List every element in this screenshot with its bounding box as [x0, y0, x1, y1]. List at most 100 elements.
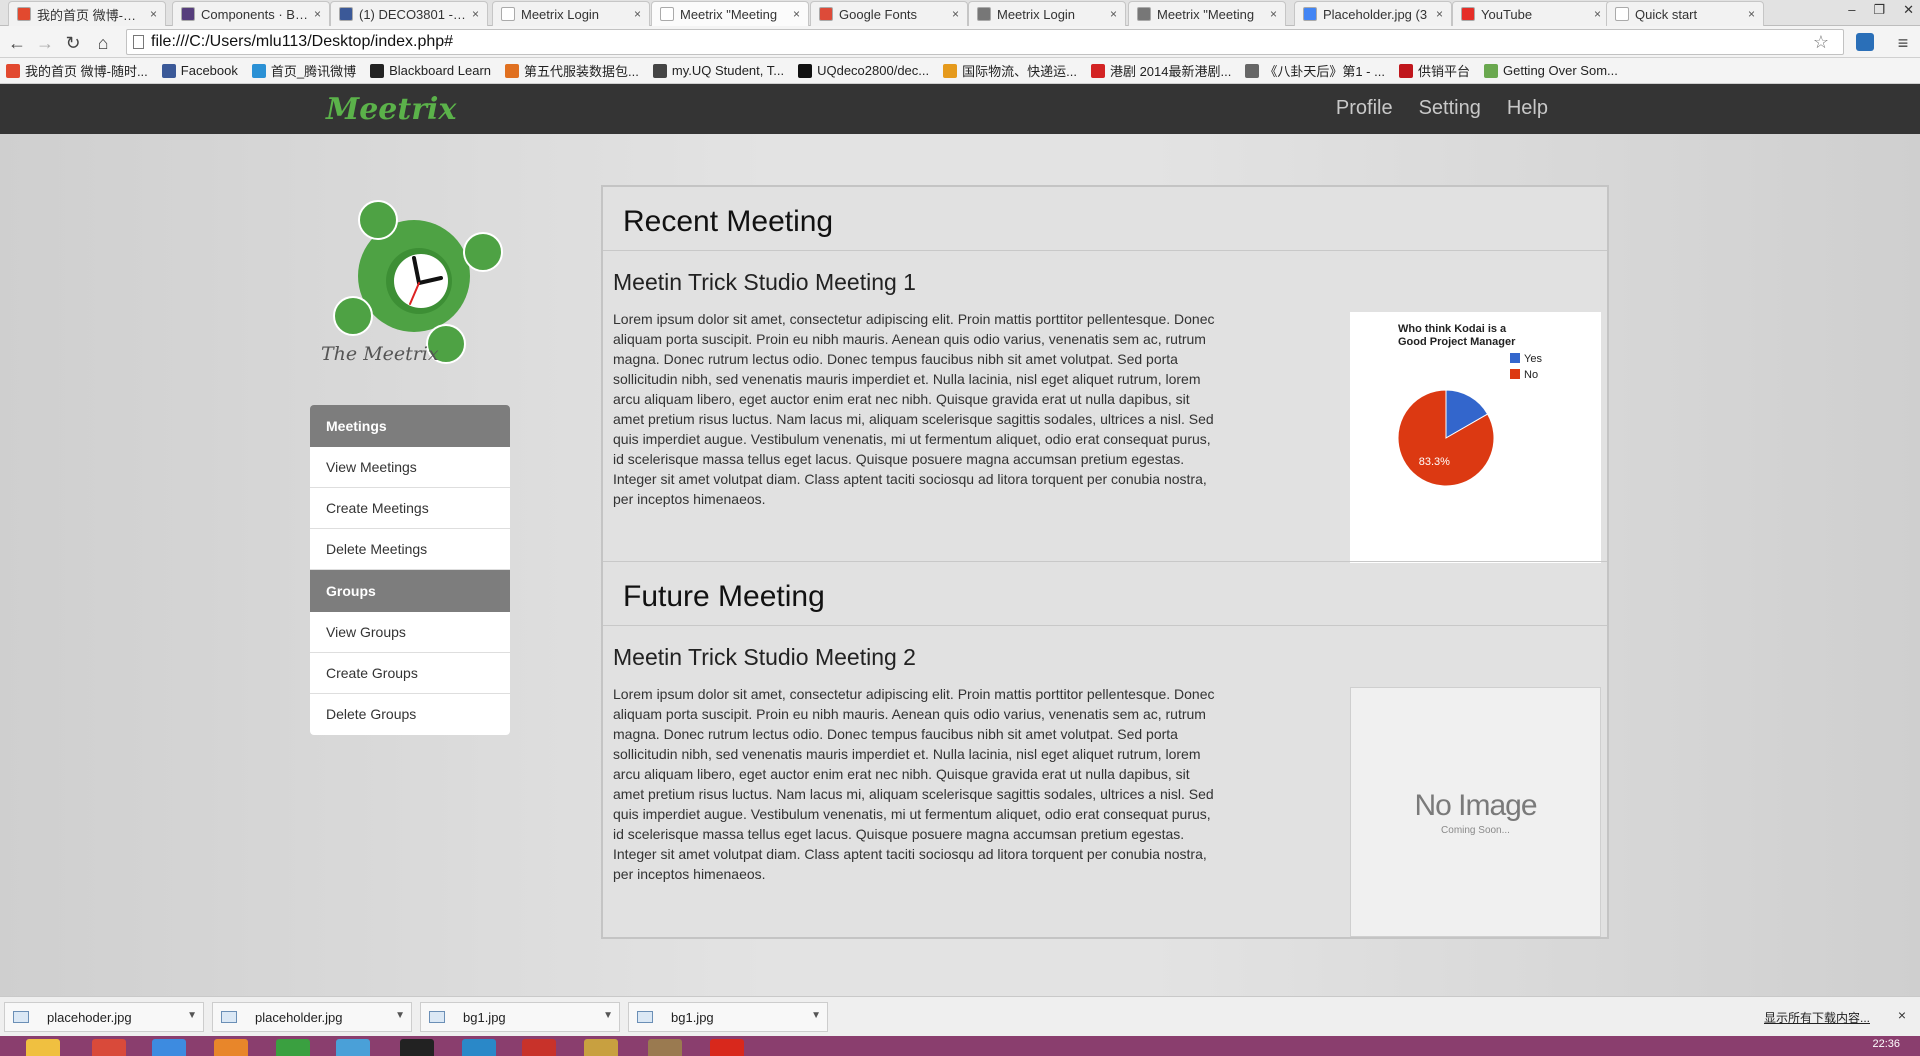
tab-close-icon[interactable]: ×	[314, 7, 321, 21]
taskbar-app-icon[interactable]	[400, 1039, 434, 1056]
reload-icon[interactable]: ↻	[62, 32, 84, 54]
tab-close-icon[interactable]: ×	[1594, 7, 1601, 21]
nav-setting-link[interactable]: Setting	[1419, 97, 1481, 120]
forward-arrow-icon[interactable]: →	[34, 32, 56, 54]
taskbar-app-icon[interactable]	[276, 1039, 310, 1056]
restore-icon[interactable]: ❐	[1873, 2, 1885, 18]
taskbar-app-icon[interactable]	[584, 1039, 618, 1056]
download-item[interactable]: placehoder.jpg ▼	[4, 1002, 204, 1032]
bookmark-item[interactable]: Facebook	[161, 63, 238, 78]
menu-item-view-meetings[interactable]: View Meetings	[310, 447, 510, 488]
download-item[interactable]: placeholder.jpg ▼	[212, 1002, 412, 1032]
bookmark-item[interactable]: 第五代服装数据包...	[505, 61, 639, 80]
back-arrow-icon[interactable]: ←	[6, 32, 28, 54]
bookmark-item[interactable]: 供销平台	[1398, 61, 1470, 80]
tab-close-icon[interactable]: ×	[793, 7, 800, 21]
bookmark-favicon-icon	[6, 63, 20, 78]
taskbar-app-icon[interactable]	[92, 1039, 126, 1056]
tab-favicon-icon	[181, 7, 195, 21]
browser-tab[interactable]: 我的首页 微博-随时 ×	[8, 1, 166, 26]
future-meeting-heading: Future Meeting	[623, 580, 825, 613]
bookmark-item[interactable]: UQdeco2800/dec...	[798, 63, 929, 78]
bookmark-item[interactable]: Getting Over Som...	[1483, 63, 1618, 78]
menu-item-delete-groups[interactable]: Delete Groups	[310, 694, 510, 735]
bookmark-item[interactable]: 国际物流、快递运...	[943, 61, 1077, 80]
chevron-down-icon[interactable]: ▼	[603, 1010, 613, 1021]
menu-item-delete-meetings[interactable]: Delete Meetings	[310, 529, 510, 570]
tab-close-icon[interactable]: ×	[1270, 7, 1277, 21]
tab-close-icon[interactable]: ×	[634, 7, 641, 21]
menu-item-create-groups[interactable]: Create Groups	[310, 653, 510, 694]
meetings-panel: Recent Meeting Meetin Trick Studio Meeti…	[601, 185, 1609, 939]
bookmark-item[interactable]: 港剧 2014最新港剧...	[1090, 61, 1232, 80]
taskbar-app-icon[interactable]	[462, 1039, 496, 1056]
menu-item-view-groups[interactable]: View Groups	[310, 612, 510, 653]
tab-title: Meetrix "Meeting	[680, 6, 778, 22]
menu-icon[interactable]: ≡	[1892, 32, 1914, 54]
recent-meeting-description: Lorem ipsum dolor sit amet, consectetur …	[613, 311, 1215, 507]
bookmark-label: 港剧 2014最新港剧...	[1109, 64, 1232, 79]
download-item[interactable]: bg1.jpg ▼	[420, 1002, 620, 1032]
bookmark-favicon-icon	[652, 63, 667, 78]
bookmark-star-icon[interactable]: ☆	[1813, 30, 1829, 54]
show-all-downloads-link[interactable]: 显示所有下载内容...	[1764, 1009, 1870, 1026]
recent-meeting-title[interactable]: Meetin Trick Studio Meeting 1	[613, 269, 916, 296]
taskbar-app-icon[interactable]	[648, 1039, 682, 1056]
browser-tab[interactable]: Quick start ×	[1606, 1, 1764, 26]
chevron-down-icon[interactable]: ▼	[395, 1010, 405, 1021]
future-meeting-title[interactable]: Meetin Trick Studio Meeting 2	[613, 644, 916, 671]
chevron-down-icon[interactable]: ▼	[187, 1010, 197, 1021]
browser-tab[interactable]: Meetrix Login ×	[968, 1, 1126, 26]
close-window-icon[interactable]: ✕	[1903, 2, 1914, 18]
legend-swatch	[1510, 369, 1520, 379]
browser-tab[interactable]: Meetrix "Meeting ×	[651, 1, 809, 26]
tab-close-icon[interactable]: ×	[472, 7, 479, 21]
address-input[interactable]: file:///C:/Users/mlu113/Desktop/index.ph…	[126, 29, 1844, 55]
tab-close-icon[interactable]: ×	[1110, 7, 1117, 21]
taskbar-app-icon[interactable]	[152, 1039, 186, 1056]
close-downloads-icon[interactable]: ×	[1898, 1007, 1906, 1023]
home-icon[interactable]: ⌂	[92, 32, 114, 54]
brand-logo-text[interactable]: Meetrix	[326, 92, 456, 127]
legend-label: No	[1524, 369, 1538, 381]
tab-close-icon[interactable]: ×	[150, 7, 157, 21]
tab-favicon-icon	[501, 7, 515, 21]
minimize-icon[interactable]: –	[1848, 2, 1855, 18]
bookmark-item[interactable]: Blackboard Learn	[370, 63, 491, 78]
tab-close-icon[interactable]: ×	[952, 7, 959, 21]
divider	[603, 625, 1607, 626]
menu-item-create-meetings[interactable]: Create Meetings	[310, 488, 510, 529]
sidebar-menu: Meetings View Meetings Create Meetings D…	[310, 405, 510, 735]
taskbar-app-icon[interactable]	[26, 1039, 60, 1056]
browser-tab[interactable]: Components · Boo ×	[172, 1, 330, 26]
taskbar-app-icon[interactable]	[522, 1039, 556, 1056]
bookmark-label: 《八卦天后》第1 - ...	[1264, 64, 1385, 79]
nav-profile-link[interactable]: Profile	[1336, 97, 1393, 120]
taskbar-app-icon[interactable]	[214, 1039, 248, 1056]
browser-tab[interactable]: (1) DECO3801 - M ×	[330, 1, 488, 26]
page-icon	[133, 35, 144, 49]
bookmark-item[interactable]: 《八卦天后》第1 - ...	[1245, 61, 1385, 80]
browser-tab[interactable]: Meetrix "Meeting ×	[1128, 1, 1286, 26]
browser-tab[interactable]: Placeholder.jpg (3 ×	[1294, 1, 1452, 26]
download-item[interactable]: bg1.jpg ▼	[628, 1002, 828, 1032]
tab-close-icon[interactable]: ×	[1748, 7, 1755, 21]
tab-close-icon[interactable]: ×	[1436, 7, 1443, 21]
chevron-down-icon[interactable]: ▼	[811, 1010, 821, 1021]
download-filename: placehoder.jpg	[47, 1009, 132, 1025]
browser-tab[interactable]: Google Fonts ×	[810, 1, 968, 26]
extension-icon[interactable]	[1856, 33, 1874, 51]
bookmark-item[interactable]: 首页_腾讯微博	[251, 61, 356, 80]
taskbar-app-icon[interactable]	[710, 1039, 744, 1056]
bookmark-label: my.UQ Student, T...	[671, 63, 785, 78]
taskbar-app-icon[interactable]	[336, 1039, 370, 1056]
browser-tab[interactable]: Meetrix Login ×	[492, 1, 650, 26]
browser-tab[interactable]: YouTube ×	[1452, 1, 1610, 26]
browser-tab-strip: 我的首页 微博-随时 × Components · Boo × (1) DECO3801…	[0, 0, 1920, 26]
tab-title: Placeholder.jpg (3	[1323, 6, 1428, 22]
menu-header-groups[interactable]: Groups	[310, 570, 510, 612]
bookmark-item[interactable]: 我的首页 微博-随时...	[6, 61, 148, 80]
bookmark-item[interactable]: my.UQ Student, T...	[652, 63, 785, 78]
nav-help-link[interactable]: Help	[1507, 97, 1548, 120]
menu-header-meetings[interactable]: Meetings	[310, 405, 510, 447]
